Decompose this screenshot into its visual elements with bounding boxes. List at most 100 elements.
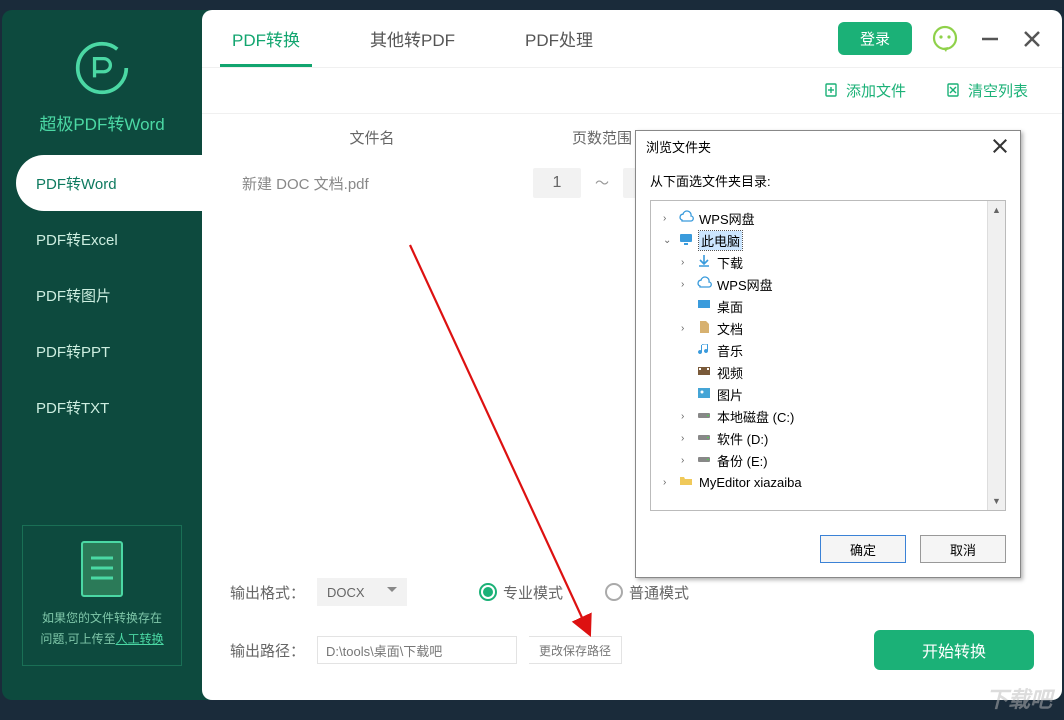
expand-arrow-icon[interactable]: ›: [681, 411, 691, 422]
help-text: 如果您的文件转换存在 问题,可上传至人工转换: [33, 608, 171, 651]
tree-item[interactable]: › 软件 (D:): [651, 427, 1005, 449]
tree-scrollbar[interactable]: ▲ ▼: [987, 201, 1005, 510]
minimize-button[interactable]: [978, 27, 1002, 51]
close-button[interactable]: [1020, 27, 1044, 51]
change-path-button[interactable]: 更改保存路径: [529, 636, 622, 664]
video-icon: [696, 363, 712, 382]
sidebar-item-pdf-to-ppt[interactable]: PDF转PPT: [2, 323, 202, 379]
tree-item[interactable]: › WPS网盘: [651, 273, 1005, 295]
sidebar-item-pdf-to-txt[interactable]: PDF转TXT: [2, 379, 202, 435]
expand-arrow-icon[interactable]: [681, 367, 691, 378]
sidebar-item-pdf-to-word[interactable]: PDF转Word: [16, 155, 202, 211]
tree-item-label: WPS网盘: [717, 275, 773, 294]
manual-convert-link[interactable]: 人工转换: [116, 632, 164, 646]
scroll-up-icon[interactable]: ▲: [988, 201, 1005, 219]
watermark: 下载吧: [986, 682, 1052, 714]
tree-item-label: 图片: [717, 385, 743, 404]
tree-item[interactable]: 桌面: [651, 295, 1005, 317]
expand-arrow-icon[interactable]: ›: [663, 477, 673, 488]
output-path-label: 输出路径：: [230, 640, 305, 661]
doc-icon: [696, 319, 712, 338]
tree-item-label: 本地磁盘 (C:): [717, 407, 794, 426]
main-tabs: PDF转换 其他转PDF PDF处理: [202, 11, 651, 67]
start-convert-button[interactable]: 开始转换: [874, 630, 1034, 670]
output-path-input[interactable]: D:\tools\桌面\下载吧: [317, 636, 517, 664]
tree-item-label: 文档: [717, 319, 743, 338]
add-file-icon: [824, 83, 840, 99]
app-name: 超极PDF转Word: [39, 110, 164, 135]
music-icon: [696, 341, 712, 360]
dialog-title: 浏览文件夹: [646, 137, 711, 156]
expand-arrow-icon[interactable]: [681, 301, 691, 312]
tree-item-label: WPS网盘: [699, 209, 755, 228]
sidebar-item-label: PDF转Excel: [36, 229, 118, 250]
topbar: PDF转换 其他转PDF PDF处理 登录: [202, 10, 1062, 68]
output-format-label: 输出格式：: [230, 582, 305, 603]
tree-item[interactable]: › 下载: [651, 251, 1005, 273]
tree-item-label: 下载: [717, 253, 743, 272]
sidebar-item-pdf-to-image[interactable]: PDF转图片: [2, 267, 202, 323]
mode-pro-radio[interactable]: 专业模式: [479, 582, 563, 603]
sidebar: 超极PDF转Word PDF转Word PDF转Excel PDF转图片 PDF…: [2, 10, 202, 700]
tree-item[interactable]: ›MyEditor xiazaiba: [651, 471, 1005, 493]
expand-arrow-icon[interactable]: [681, 389, 691, 400]
dialog-titlebar[interactable]: 浏览文件夹: [636, 131, 1020, 161]
expand-arrow-icon[interactable]: ›: [681, 279, 691, 290]
login-button[interactable]: 登录: [838, 22, 912, 55]
dialog-body: 从下面选文件夹目录: ›WPS网盘⌄此电脑›下载›WPS网盘 桌面›文档 音乐 …: [636, 161, 1020, 521]
tab-pdf-process[interactable]: PDF处理: [513, 11, 605, 67]
tree-item[interactable]: 视频: [651, 361, 1005, 383]
tree-item-label: 软件 (D:): [717, 429, 768, 448]
pc-icon: [678, 231, 694, 250]
expand-arrow-icon[interactable]: ›: [663, 213, 673, 224]
cloud-icon: [678, 209, 694, 228]
support-chat-icon[interactable]: [930, 24, 960, 54]
file-toolbar: 添加文件 清空列表: [202, 68, 1062, 114]
tree-item-label: 此电脑: [699, 231, 742, 250]
dialog-cancel-button[interactable]: 取消: [920, 535, 1006, 563]
tree-item[interactable]: › 文档: [651, 317, 1005, 339]
column-filename: 文件名: [242, 127, 502, 148]
sidebar-item-label: PDF转图片: [36, 285, 111, 306]
expand-arrow-icon[interactable]: [681, 345, 691, 356]
expand-arrow-icon[interactable]: ›: [681, 455, 691, 466]
page-from-input[interactable]: 1: [533, 168, 581, 198]
tab-other-to-pdf[interactable]: 其他转PDF: [358, 11, 467, 67]
tree-item[interactable]: 音乐: [651, 339, 1005, 361]
clear-list-button[interactable]: 清空列表: [946, 80, 1028, 101]
tree-item-label: 备份 (E:): [717, 451, 768, 470]
expand-arrow-icon[interactable]: ›: [681, 433, 691, 444]
output-format-row: 输出格式： DOCX 专业模式 普通模式: [230, 578, 1034, 606]
tree-item-label: 桌面: [717, 297, 743, 316]
output-path-row: 输出路径： D:\tools\桌面\下载吧 更改保存路径 开始转换: [230, 630, 1034, 670]
expand-arrow-icon[interactable]: ›: [681, 323, 691, 334]
radio-checked-icon: [479, 583, 497, 601]
add-file-button[interactable]: 添加文件: [824, 80, 906, 101]
download-icon: [696, 253, 712, 272]
tree-item[interactable]: › 备份 (E:): [651, 449, 1005, 471]
sidebar-item-label: PDF转PPT: [36, 341, 110, 362]
tree-item[interactable]: ⌄ 此电脑: [651, 229, 1005, 251]
expand-arrow-icon[interactable]: ›: [681, 257, 691, 268]
help-box[interactable]: 如果您的文件转换存在 问题,可上传至人工转换: [22, 525, 182, 666]
tree-item[interactable]: › WPS网盘: [651, 207, 1005, 229]
tree-item-label: 音乐: [717, 341, 743, 360]
disk-icon: [696, 407, 712, 426]
disk-icon: [696, 429, 712, 448]
tab-pdf-convert[interactable]: PDF转换: [220, 11, 312, 67]
expand-arrow-icon[interactable]: ⌄: [663, 235, 673, 246]
document-icon: [78, 540, 126, 598]
tree-item[interactable]: › 本地磁盘 (C:): [651, 405, 1005, 427]
bottom-panel: 输出格式： DOCX 专业模式 普通模式 输出路径： D:\tools\桌面\下…: [202, 558, 1062, 700]
scroll-down-icon[interactable]: ▼: [988, 492, 1005, 510]
mode-normal-radio[interactable]: 普通模式: [605, 582, 689, 603]
radio-unchecked-icon: [605, 583, 623, 601]
output-format-select[interactable]: DOCX: [317, 578, 407, 606]
disk-icon: [696, 451, 712, 470]
dialog-ok-button[interactable]: 确定: [820, 535, 906, 563]
dialog-close-button[interactable]: [990, 136, 1010, 156]
tree-item[interactable]: 图片: [651, 383, 1005, 405]
sidebar-item-label: PDF转Word: [36, 173, 117, 194]
sidebar-item-pdf-to-excel[interactable]: PDF转Excel: [2, 211, 202, 267]
tilde-separator: ～: [595, 173, 609, 193]
